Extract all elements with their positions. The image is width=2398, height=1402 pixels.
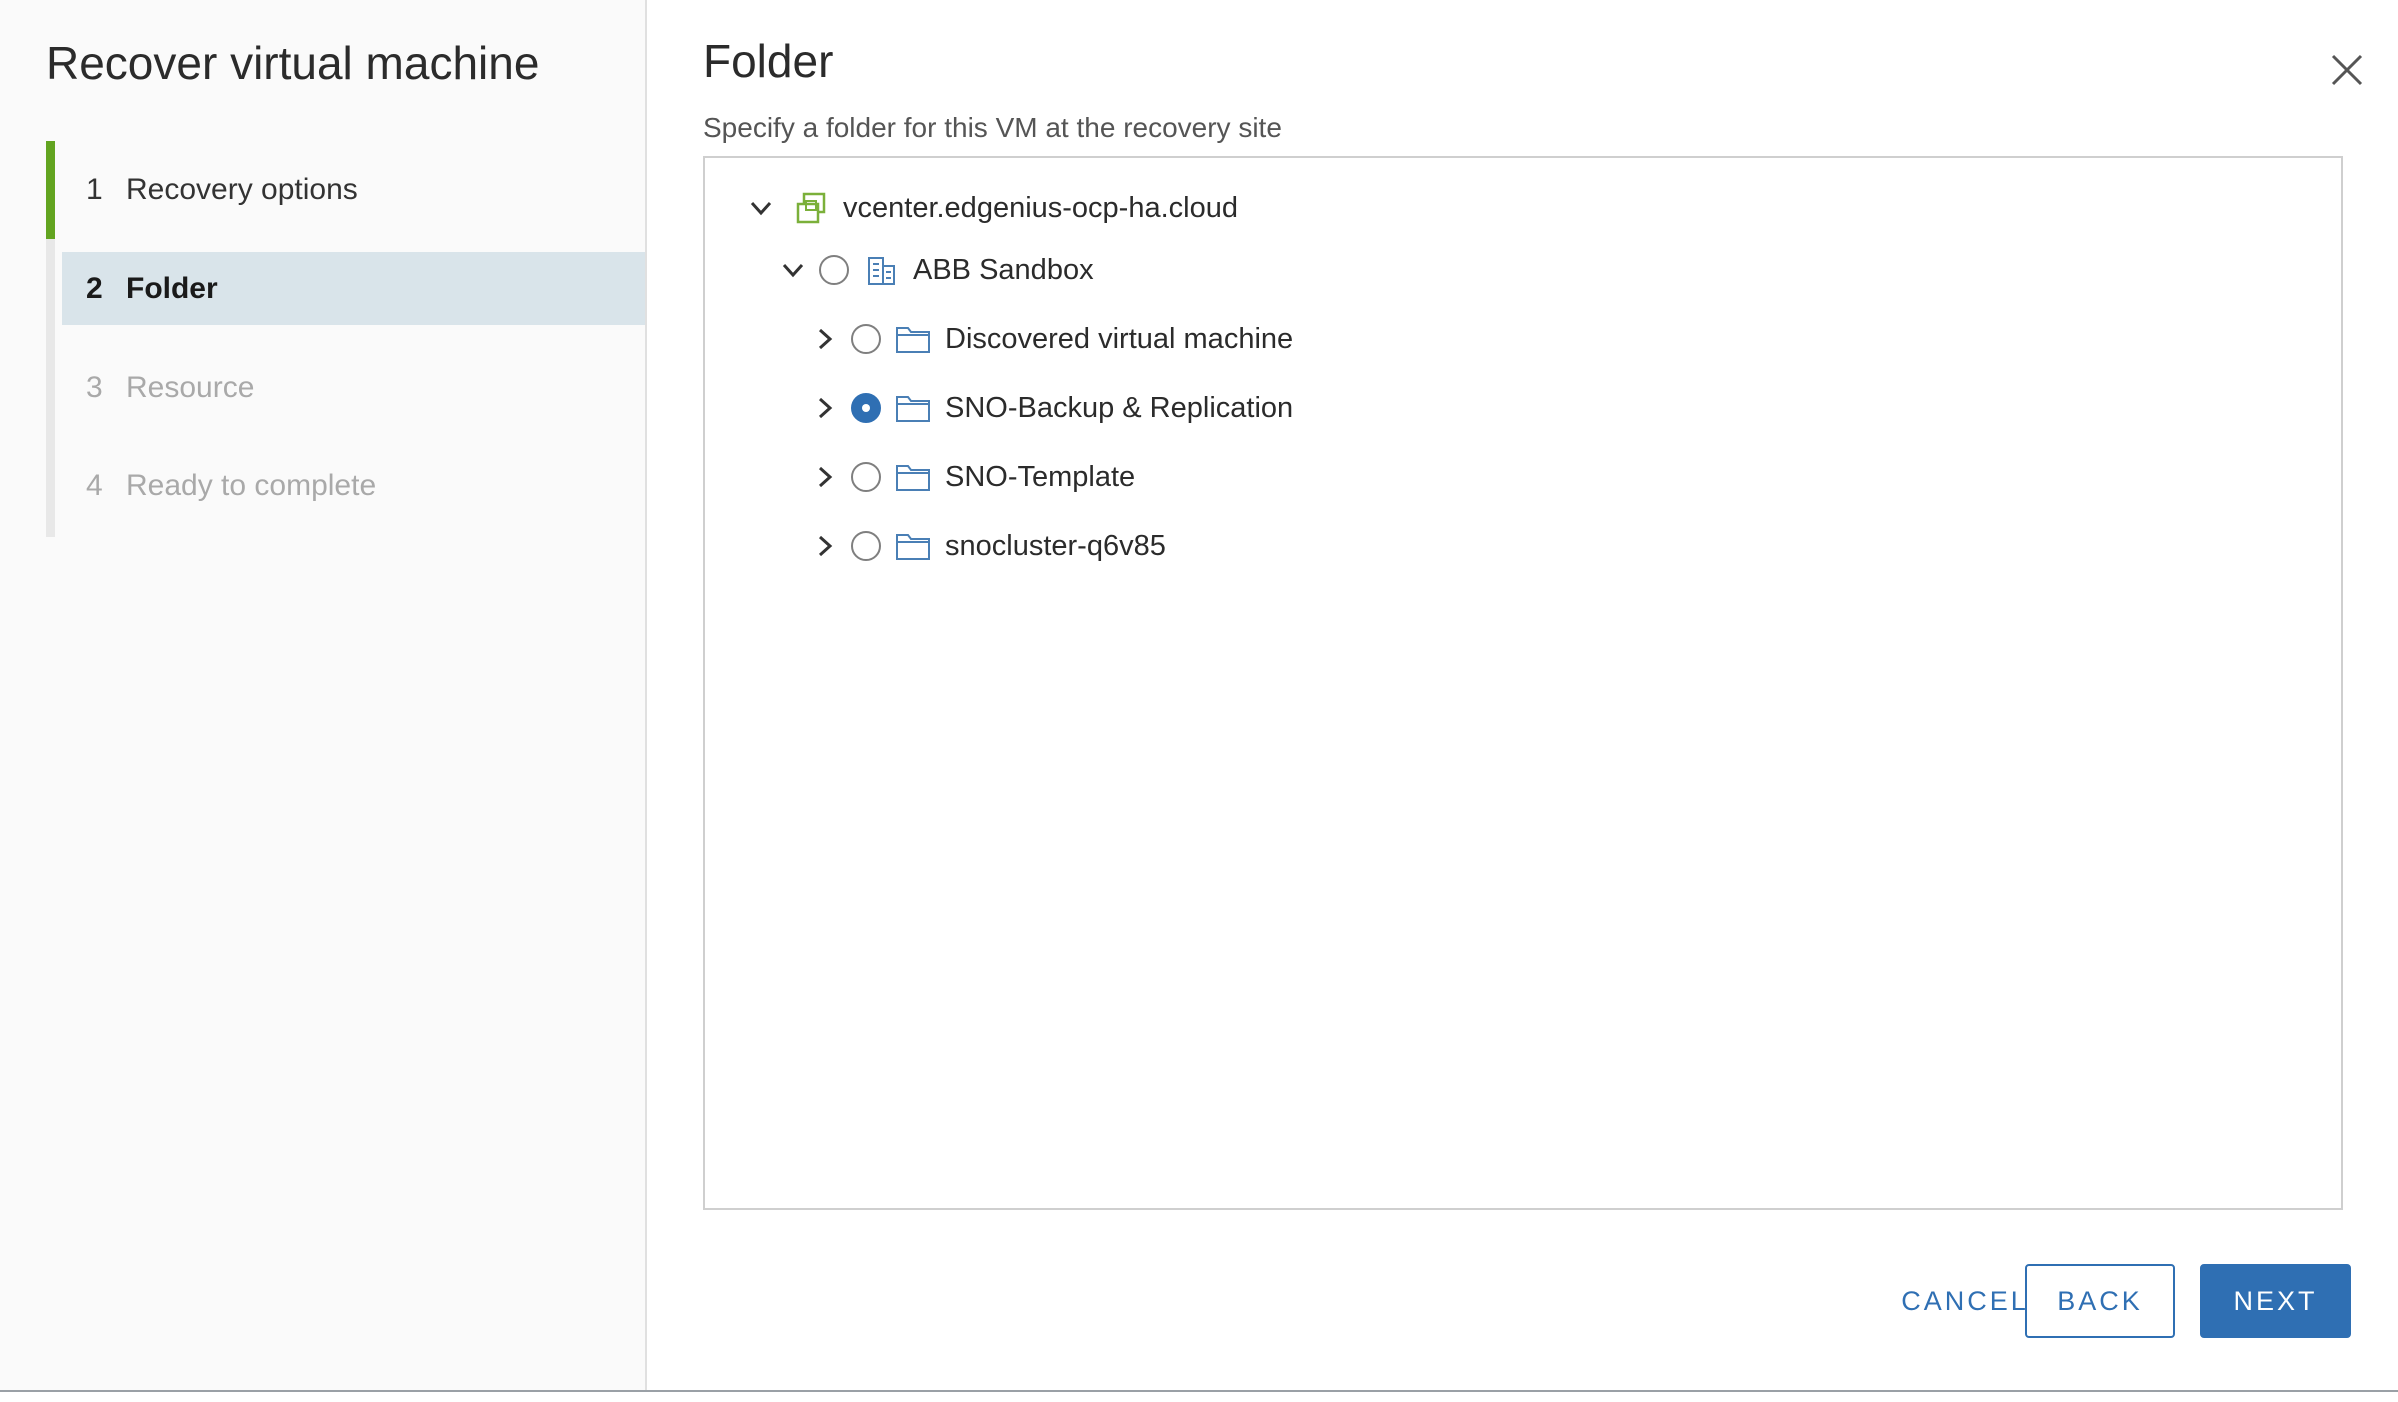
chevron-down-icon xyxy=(750,201,772,216)
expand-toggle[interactable] xyxy=(807,321,843,357)
tree-node-folder: SNO-Template xyxy=(807,451,1135,503)
step-label: Ready to complete xyxy=(126,468,377,502)
page-title: Folder xyxy=(703,35,834,87)
close-button[interactable] xyxy=(2325,48,2369,92)
step-label: Resource xyxy=(126,370,255,404)
tree-node-folder: Discovered virtual machine xyxy=(807,313,1293,365)
step-number: 1 xyxy=(86,172,103,206)
step-label: Folder xyxy=(126,271,218,305)
folder-icon xyxy=(895,322,931,356)
chevron-right-icon xyxy=(818,535,833,557)
step-folder[interactable]: 2 Folder xyxy=(62,252,645,325)
wizard-title: Recover virtual machine xyxy=(46,37,540,89)
collapse-toggle[interactable] xyxy=(743,190,779,226)
step-resource: 3 Resource xyxy=(62,351,645,424)
folder-icon xyxy=(895,529,931,563)
tree-node-folder: SNO-Backup & Replication xyxy=(807,382,1293,434)
step-ready-to-complete: 4 Ready to complete xyxy=(62,449,645,522)
tree-node-label[interactable]: vcenter.edgenius-ocp-ha.cloud xyxy=(843,192,1238,225)
tree-node-label[interactable]: Discovered virtual machine xyxy=(945,323,1293,356)
radio-sno-template[interactable] xyxy=(851,462,881,492)
datacenter-icon xyxy=(863,253,899,287)
tree-node-datacenter: ABB Sandbox xyxy=(775,244,1094,296)
chevron-right-icon xyxy=(818,397,833,419)
wizard-content: Folder Specify a folder for this VM at t… xyxy=(645,0,2398,1390)
radio-discovered-virtual-machine[interactable] xyxy=(851,324,881,354)
step-number: 3 xyxy=(86,370,103,404)
tree-node-label[interactable]: SNO-Template xyxy=(945,461,1135,494)
tree-node-label[interactable]: SNO-Backup & Replication xyxy=(945,392,1293,425)
next-button[interactable]: NEXT xyxy=(2200,1264,2351,1338)
expand-toggle[interactable] xyxy=(807,459,843,495)
step-number: 2 xyxy=(86,271,103,305)
page-subtitle: Specify a folder for this VM at the reco… xyxy=(703,112,1282,143)
steps-progress-indicator xyxy=(46,141,55,239)
recover-vm-dialog: Recover virtual machine 1 Recovery optio… xyxy=(0,0,2398,1392)
step-label: Recovery options xyxy=(126,172,358,206)
radio-sno-backup-replication[interactable] xyxy=(851,393,881,423)
vcenter-icon xyxy=(793,191,829,225)
step-recovery-options[interactable]: 1 Recovery options xyxy=(62,153,645,226)
expand-toggle[interactable] xyxy=(807,390,843,426)
wizard-steps: 1 Recovery options 2 Folder 3 Resource 4… xyxy=(46,141,645,537)
tree-node-vcenter: vcenter.edgenius-ocp-ha.cloud xyxy=(743,182,1238,234)
tree-node-folder: snocluster-q6v85 xyxy=(807,520,1166,572)
radio-abb-sandbox[interactable] xyxy=(819,255,849,285)
radio-snocluster-q6v85[interactable] xyxy=(851,531,881,561)
back-button[interactable]: BACK xyxy=(2025,1264,2175,1338)
tree-node-label[interactable]: snocluster-q6v85 xyxy=(945,530,1166,563)
chevron-right-icon xyxy=(818,328,833,350)
folder-icon xyxy=(895,460,931,494)
chevron-right-icon xyxy=(818,466,833,488)
wizard-sidebar: Recover virtual machine 1 Recovery optio… xyxy=(0,0,647,1390)
tree-node-label[interactable]: ABB Sandbox xyxy=(913,254,1094,287)
close-icon xyxy=(2331,54,2363,86)
collapse-toggle[interactable] xyxy=(775,252,811,288)
expand-toggle[interactable] xyxy=(807,528,843,564)
chevron-down-icon xyxy=(782,263,804,278)
folder-icon xyxy=(895,391,931,425)
step-number: 4 xyxy=(86,468,103,502)
folder-tree: vcenter.edgenius-ocp-ha.cloud ABB Sandbo… xyxy=(703,156,2343,1210)
